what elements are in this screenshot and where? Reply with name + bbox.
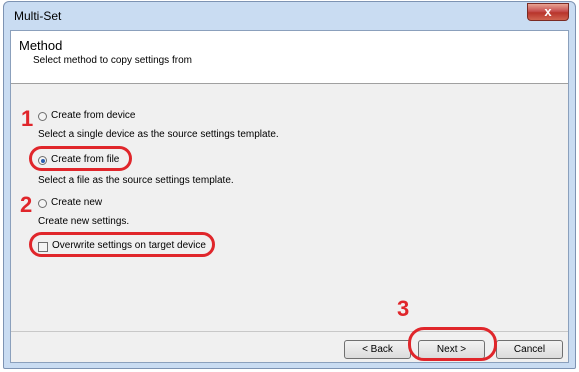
close-button[interactable]: x [527,3,569,21]
radio-button[interactable] [38,199,47,208]
dialog-body: Method Select method to copy settings fr… [10,30,569,363]
page-subtitle: Select method to copy settings from [33,55,192,66]
option-description: Select a single device as the source set… [38,129,279,140]
highlight-next-button [408,327,497,361]
radio-label[interactable]: Create new [51,197,102,208]
step-number-1: 1 [21,106,34,131]
option-description: Create new settings. [38,216,130,227]
radio-label[interactable]: Create from device [51,110,135,121]
window-title: Multi-Set [14,9,62,23]
back-button[interactable]: < Back [344,340,411,359]
header-panel: Method Select method to copy settings fr… [11,31,568,84]
dialog-window: Multi-Set x Method Select method to copy… [3,1,576,369]
highlight-create-from-file [29,146,132,171]
title-bar[interactable]: Multi-Set x [4,2,575,30]
option-description: Select a file as the source settings tem… [38,175,234,186]
radio-button[interactable] [38,112,47,121]
step-number-3: 3 [397,296,410,321]
page-title: Method [19,38,63,53]
step-number-2: 2 [20,192,33,217]
cancel-button[interactable]: Cancel [496,340,563,359]
highlight-overwrite-checkbox [29,232,215,257]
